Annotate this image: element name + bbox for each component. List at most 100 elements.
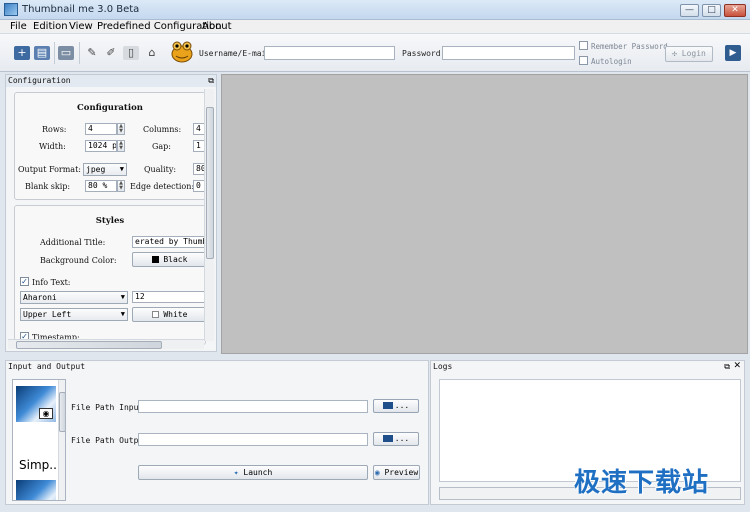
title-bar: Thumbnail me 3.0 Beta — □ ✕	[0, 0, 750, 20]
rows-spinner[interactable]: ▲ ▼	[117, 123, 125, 135]
scrollbar-thumb[interactable]	[16, 341, 162, 349]
go-arrow-icon[interactable]: ▶	[725, 45, 741, 61]
close-button[interactable]: ✕	[724, 4, 746, 17]
login-icon: ✣	[672, 49, 677, 58]
info-text-checkbox[interactable]: ✓	[20, 277, 29, 286]
toolbar: + ▤ ▭ ✎ ✐ ▯ ⌂ Username/E-mail: Password:…	[0, 34, 750, 72]
file-path-input-field[interactable]	[138, 400, 368, 413]
info-text-label: Info Text:	[32, 278, 71, 287]
add-folder-icon[interactable]: ▤	[34, 46, 50, 60]
zoom-in-icon[interactable]: ✎	[84, 46, 100, 60]
file-path-output-field[interactable]	[138, 433, 368, 446]
dock-float-icon[interactable]: ⧉	[208, 76, 214, 86]
clear-list-icon[interactable]: ▯	[123, 46, 139, 60]
browse-output-label: ...	[394, 434, 410, 443]
remember-password-label: Remember Password	[591, 42, 668, 51]
preview-button[interactable]: ◉ Preview	[373, 465, 420, 480]
toolbar-separator	[54, 42, 55, 64]
color-swatch-icon	[151, 311, 159, 318]
browse-input-label: ...	[394, 401, 410, 410]
scrollbar-thumb[interactable]	[59, 392, 65, 432]
launch-label: Launch	[243, 468, 273, 477]
file-path-output-label: File Path Output	[71, 436, 149, 445]
width-label: Width:	[39, 142, 66, 151]
gap-label: Gap:	[152, 142, 171, 151]
file-path-input-label: File Path Input	[71, 403, 144, 412]
output-format-value: jpeg	[86, 165, 106, 174]
add-file-icon[interactable]: +	[14, 46, 30, 60]
chevron-down-icon: ▼	[120, 310, 125, 318]
dock-float-icon[interactable]: ⧉	[724, 362, 730, 372]
preset-list[interactable]: ◉ Simp... ⚙	[12, 379, 66, 501]
config-horizontal-scrollbar[interactable]	[8, 339, 204, 349]
preview-area[interactable]	[221, 74, 748, 354]
text-color-button[interactable]: White	[132, 307, 207, 322]
watermark-logo: 极速下载站	[574, 468, 710, 498]
edge-detection-label: Edge detection:	[130, 182, 195, 191]
additional-title-label: Additional Title:	[40, 238, 106, 247]
font-size-input[interactable]: 12	[132, 291, 207, 303]
chevron-down-icon: ▼	[119, 165, 124, 173]
font-select[interactable]: Aharoni ▼	[20, 291, 128, 304]
browse-output-button[interactable]: ...	[373, 432, 419, 446]
eye-icon: ◉	[374, 468, 380, 477]
username-input[interactable]	[264, 46, 395, 60]
password-input[interactable]	[442, 46, 575, 60]
rows-input[interactable]: 4	[85, 123, 117, 135]
folder-icon	[382, 402, 393, 409]
config-vertical-scrollbar[interactable]	[204, 89, 214, 341]
background-color-button[interactable]: Black	[132, 252, 207, 267]
text-color-value: White	[163, 310, 188, 319]
styles-group-title: Styles	[95, 216, 125, 226]
output-format-label: Output Format:	[18, 165, 81, 174]
configuration-group: Configuration Rows: 4 ▲ ▼ Columns: 4 Widt…	[14, 92, 207, 200]
remember-password-checkbox[interactable]	[579, 41, 588, 50]
input-output-panel: Input and Output ◉ Simp... ⚙ File Path I…	[5, 360, 429, 505]
color-swatch-icon	[151, 256, 159, 263]
preset-scrollbar[interactable]	[58, 380, 65, 500]
font-value: Aharoni	[23, 293, 57, 302]
output-format-select[interactable]: jpeg ▼	[83, 163, 127, 176]
width-input[interactable]: 1024 px	[85, 140, 117, 152]
maximize-button[interactable]: □	[702, 4, 721, 17]
menu-file[interactable]: File	[10, 21, 27, 32]
app-icon	[4, 3, 18, 16]
width-spinner[interactable]: ▲ ▼	[117, 140, 125, 152]
advanced-preset-thumbnail[interactable]: ⚙	[16, 480, 56, 500]
launch-button[interactable]: ✦ Launch	[138, 465, 368, 480]
autologin-checkbox[interactable]	[579, 56, 588, 65]
window-title: Thumbnail me 3.0 Beta	[22, 4, 140, 15]
styles-group: Styles Additional Title: erated by Thum b…	[14, 205, 207, 345]
logs-dock-title: Logs	[431, 361, 744, 373]
menu-about[interactable]: About	[202, 21, 232, 32]
configuration-panel: Configuration ⧉ Configuration Rows: 4 ▲ ▼…	[5, 74, 217, 352]
background-color-value: Black	[163, 255, 188, 264]
login-button[interactable]: ✣ Login	[665, 46, 713, 62]
preview-label: Preview	[384, 468, 419, 477]
launch-icon: ✦	[233, 468, 239, 477]
menu-edition[interactable]: Edition	[33, 21, 68, 32]
input-output-dock-title: Input and Output	[6, 361, 428, 373]
zoom-out-icon[interactable]: ✐	[103, 46, 119, 60]
password-label: Password:	[402, 49, 446, 58]
camera-icon: ◉	[39, 408, 53, 419]
configuration-dock-title: Configuration	[6, 75, 216, 87]
columns-label: Columns:	[143, 125, 182, 134]
text-position-value: Upper Left	[23, 310, 72, 319]
blank-skip-input[interactable]: 80 %	[85, 180, 117, 192]
scan-icon[interactable]: ▭	[58, 46, 74, 60]
menu-view[interactable]: View	[69, 21, 93, 32]
dock-close-icon[interactable]: ✕	[733, 361, 741, 371]
chevron-down-icon: ▼	[120, 293, 125, 301]
additional-title-input[interactable]: erated by Thumbnai	[132, 236, 207, 248]
minimize-button[interactable]: —	[680, 4, 699, 17]
browse-input-button[interactable]: ...	[373, 399, 419, 413]
preset-label: Simp...	[19, 458, 61, 472]
text-position-select[interactable]: Upper Left ▼	[20, 308, 128, 321]
simple-preset-thumbnail[interactable]: ◉	[16, 386, 56, 422]
scrollbar-thumb[interactable]	[206, 107, 214, 259]
frog-logo-icon	[171, 41, 193, 63]
lock-icon[interactable]: ⌂	[144, 46, 160, 60]
blank-skip-spinner[interactable]: ▲ ▼	[117, 180, 125, 192]
rows-label: Rows:	[42, 125, 67, 134]
